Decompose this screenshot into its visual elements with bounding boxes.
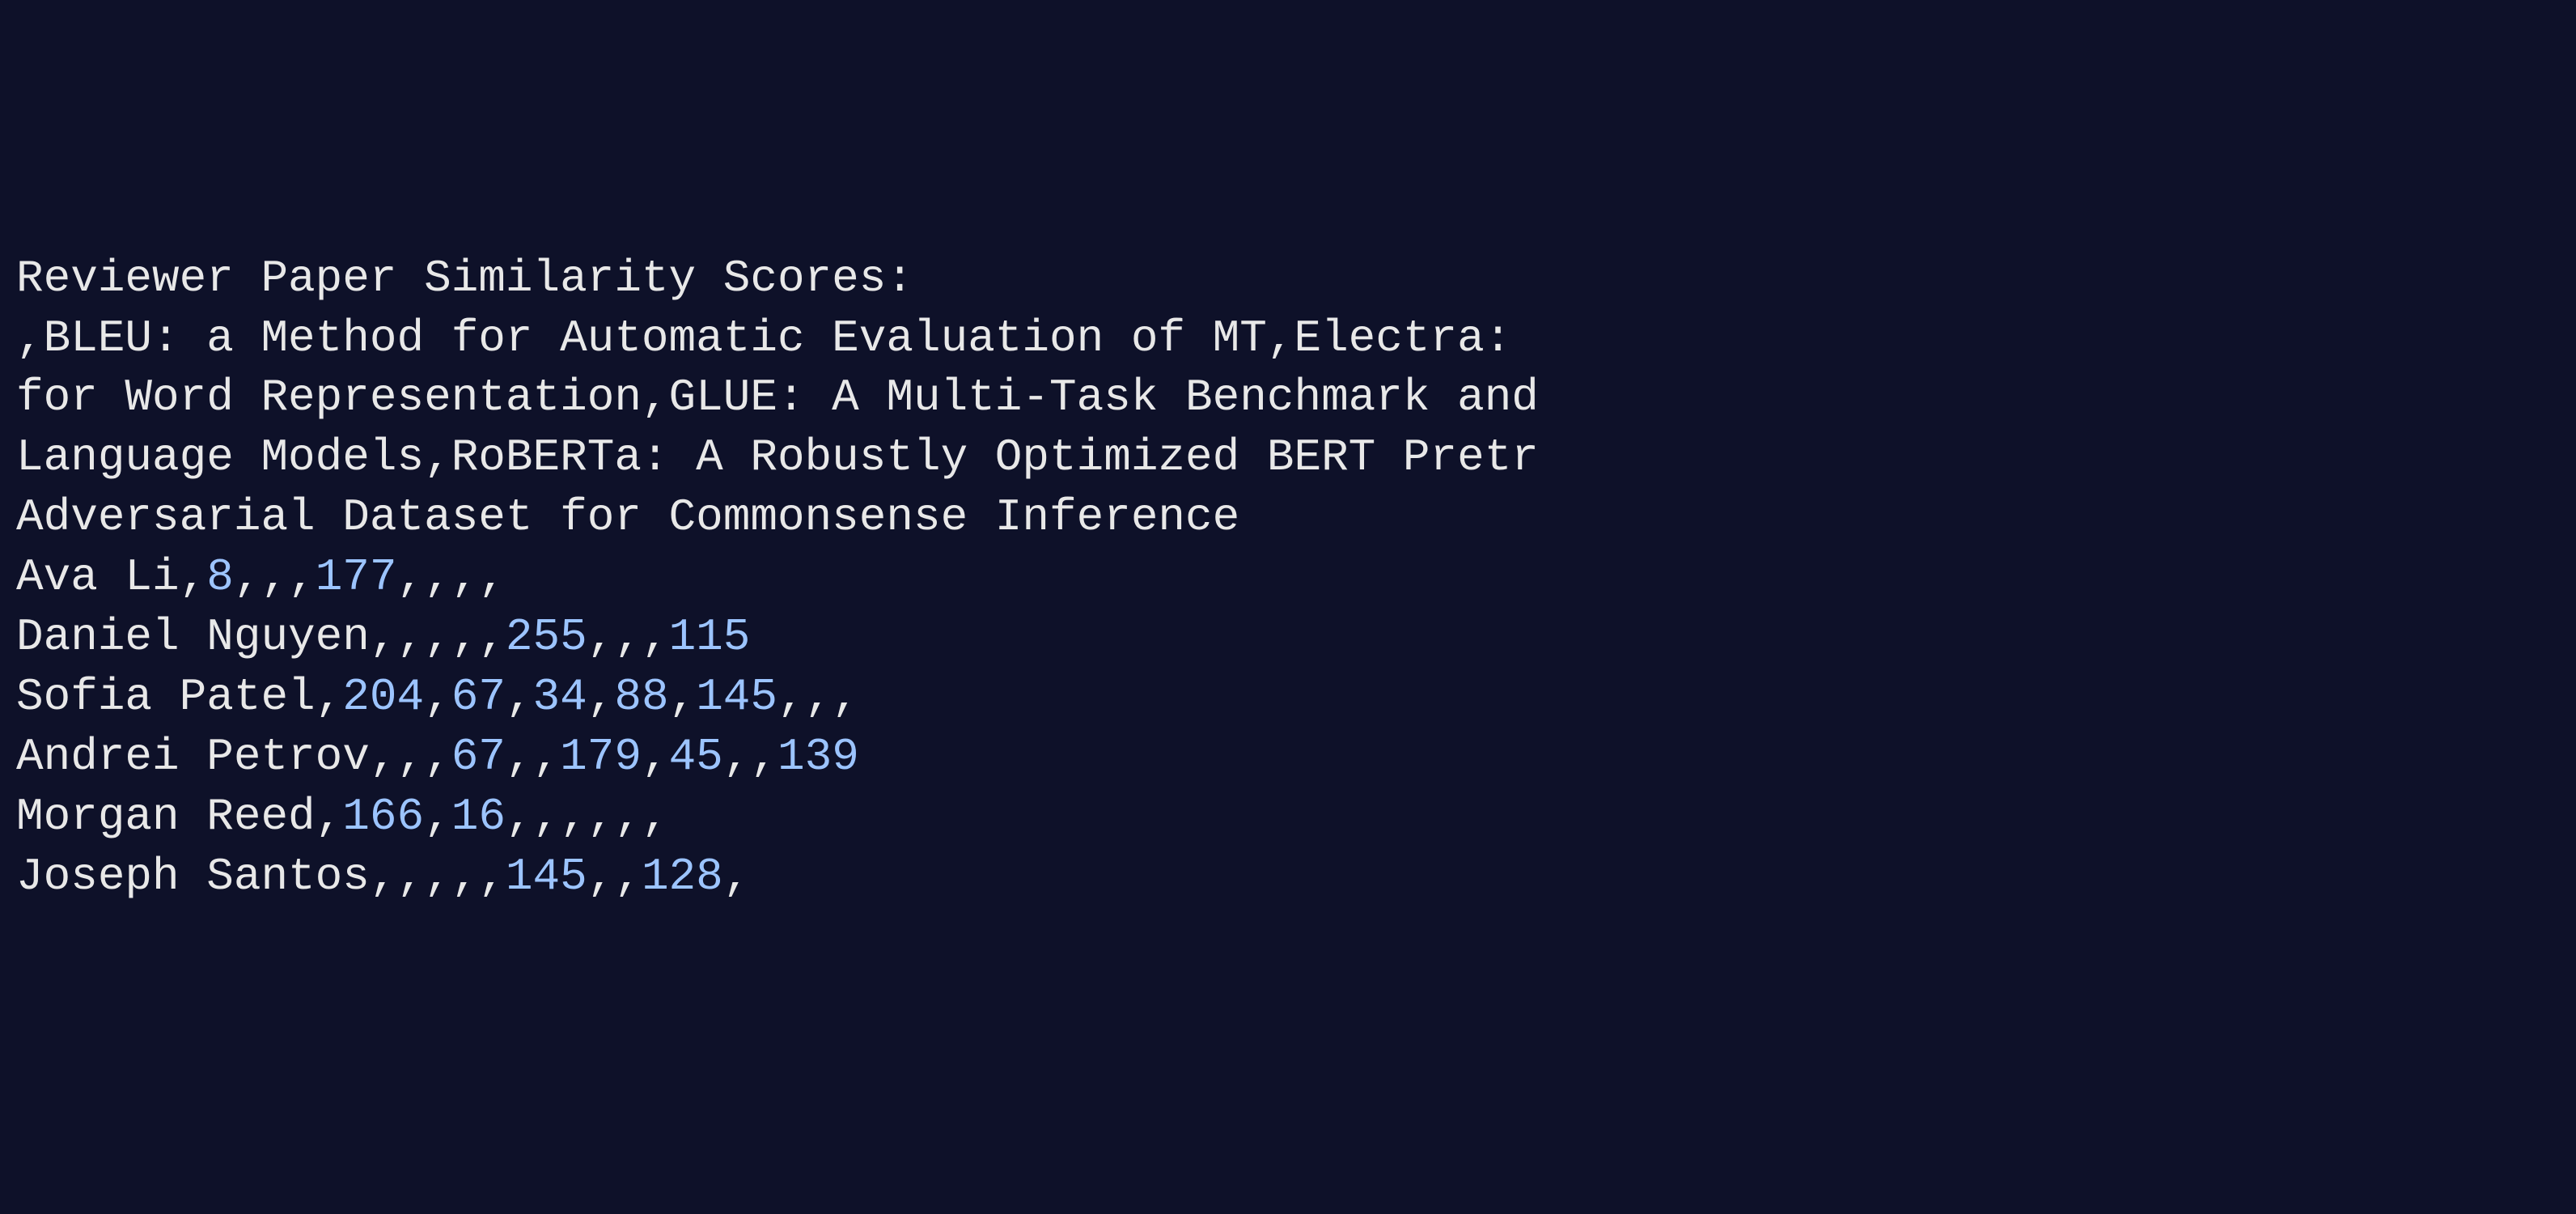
score-value: 8 — [206, 551, 234, 603]
reviewer-name: Sofia Patel — [16, 671, 316, 723]
data-row: Ava Li,8,,,177,,,, — [16, 548, 2560, 608]
reviewer-name: Morgan Reed — [16, 791, 316, 843]
data-row: Morgan Reed,166,16,,,,,, — [16, 787, 2560, 847]
score-value: 88 — [614, 671, 668, 723]
score-value: 139 — [777, 731, 859, 783]
score-value: 204 — [342, 671, 424, 723]
data-row: Joseph Santos,,,,,145,,128, — [16, 847, 2560, 907]
score-value: 45 — [669, 731, 723, 783]
data-row: Daniel Nguyen,,,,,255,,,115 — [16, 608, 2560, 668]
score-value: 128 — [642, 851, 723, 902]
data-row: Andrei Petrov,,,67,,179,45,,139 — [16, 728, 2560, 787]
reviewer-name: Andrei Petrov — [16, 731, 370, 783]
score-value: 166 — [342, 791, 424, 843]
score-value: 34 — [533, 671, 587, 723]
score-value: 16 — [451, 791, 506, 843]
score-value: 177 — [316, 551, 397, 603]
score-value: 145 — [506, 851, 587, 902]
header-row-part-2: ,BLEU: a Method for Automatic Evaluation… — [16, 309, 2560, 369]
score-value: 179 — [560, 731, 642, 783]
score-value: 67 — [451, 671, 506, 723]
header-row-part-4: Language Models,RoBERTa: A Robustly Opti… — [16, 428, 2560, 488]
data-row: Sofia Patel,204,67,34,88,145,,, — [16, 668, 2560, 728]
output-title: Reviewer Paper Similarity Scores: — [16, 249, 2560, 309]
score-value: 145 — [696, 671, 777, 723]
score-value: 67 — [451, 731, 506, 783]
terminal-output: Reviewer Paper Similarity Scores:,BLEU: … — [16, 249, 2560, 907]
score-value: 255 — [506, 611, 587, 663]
reviewer-name: Ava Li — [16, 551, 180, 603]
header-row-part-5: Adversarial Dataset for Commonsense Infe… — [16, 488, 2560, 548]
reviewer-name: Daniel Nguyen — [16, 611, 370, 663]
header-row-part-3: for Word Representation,GLUE: A Multi-Ta… — [16, 368, 2560, 428]
score-value: 115 — [669, 611, 751, 663]
reviewer-name: Joseph Santos — [16, 851, 370, 902]
